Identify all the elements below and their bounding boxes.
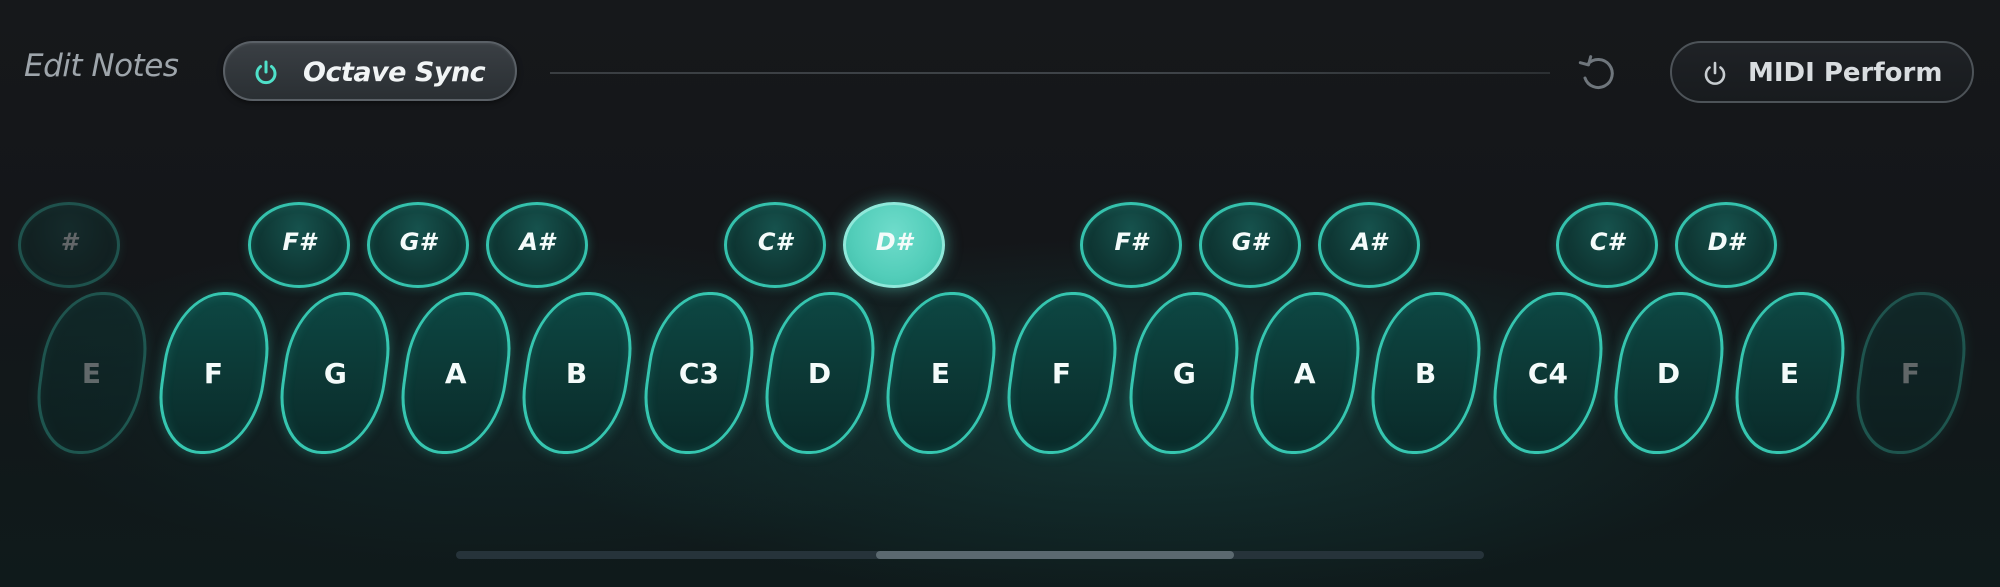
key-label: F#: [282, 228, 316, 256]
key-label: F#: [1114, 228, 1148, 256]
natural-key[interactable]: C3: [635, 292, 763, 454]
key-label: D: [808, 356, 832, 390]
natural-key[interactable]: F: [150, 292, 278, 454]
edit-notes-label: Edit Notes: [24, 48, 179, 84]
sharp-key[interactable]: A#: [1318, 202, 1420, 288]
key-label: C4: [1527, 356, 1569, 390]
natural-key[interactable]: D: [1605, 292, 1733, 454]
key-label: C#: [757, 228, 793, 256]
power-icon: [1704, 61, 1726, 85]
sharp-key[interactable]: #: [18, 202, 120, 288]
sharp-key[interactable]: D#: [1675, 202, 1777, 288]
key-label: D#: [875, 228, 913, 256]
sharp-key[interactable]: G#: [1199, 202, 1301, 288]
natural-key[interactable]: A: [1241, 292, 1369, 454]
natural-key[interactable]: A: [392, 292, 520, 454]
midi-perform-label: MIDI Perform: [1748, 58, 1943, 88]
toolbar: Edit Notes Octave Sync MIDI Perform: [0, 0, 2000, 140]
natural-key[interactable]: B: [513, 292, 641, 454]
key-label: D#: [1707, 228, 1745, 256]
key-label: E: [82, 356, 102, 390]
key-label: G#: [1231, 228, 1269, 256]
key-label: C3: [678, 356, 720, 390]
scrollbar-thumb[interactable]: [876, 551, 1234, 559]
natural-key[interactable]: B: [1362, 292, 1490, 454]
key-label: G#: [399, 228, 437, 256]
key-label: F: [204, 356, 224, 390]
midi-perform-button[interactable]: MIDI Perform: [1670, 41, 1974, 103]
note-keyboard: # F# G# A# C# D# F# G# A# C# D# E F G A …: [0, 180, 2000, 480]
key-label: B: [566, 356, 588, 390]
natural-key[interactable]: E: [28, 292, 156, 454]
sharp-key[interactable]: F#: [1080, 202, 1182, 288]
sharp-key[interactable]: C#: [1556, 202, 1658, 288]
key-label: G: [1172, 356, 1196, 390]
octave-sync-label: Octave Sync: [303, 57, 486, 88]
key-label: A#: [519, 228, 555, 256]
sharp-key[interactable]: D#: [843, 202, 945, 288]
natural-key[interactable]: D: [756, 292, 884, 454]
key-label: E: [931, 356, 951, 390]
natural-key[interactable]: E: [1726, 292, 1854, 454]
natural-key[interactable]: G: [271, 292, 399, 454]
sharp-key[interactable]: C#: [724, 202, 826, 288]
sharp-key[interactable]: F#: [248, 202, 350, 288]
octave-sync-toggle[interactable]: Octave Sync: [223, 41, 517, 101]
natural-key[interactable]: C4: [1484, 292, 1612, 454]
sharp-key[interactable]: A#: [486, 202, 588, 288]
key-label: #: [60, 228, 78, 256]
divider: [550, 72, 1550, 74]
undo-icon[interactable]: [1576, 50, 1622, 94]
key-label: F: [1052, 356, 1072, 390]
key-label: A#: [1351, 228, 1387, 256]
key-label: E: [1780, 356, 1800, 390]
horizontal-scrollbar[interactable]: [456, 551, 1484, 559]
key-label: D: [1657, 356, 1681, 390]
natural-key[interactable]: G: [1120, 292, 1248, 454]
natural-key[interactable]: E: [877, 292, 1005, 454]
natural-key[interactable]: F: [998, 292, 1126, 454]
key-label: B: [1415, 356, 1437, 390]
sharp-key[interactable]: G#: [367, 202, 469, 288]
key-label: C#: [1589, 228, 1625, 256]
key-label: F: [1901, 356, 1921, 390]
key-label: G: [323, 356, 347, 390]
key-label: A: [1294, 356, 1316, 390]
natural-key[interactable]: F: [1847, 292, 1975, 454]
power-icon: [255, 60, 277, 85]
key-label: A: [445, 356, 467, 390]
